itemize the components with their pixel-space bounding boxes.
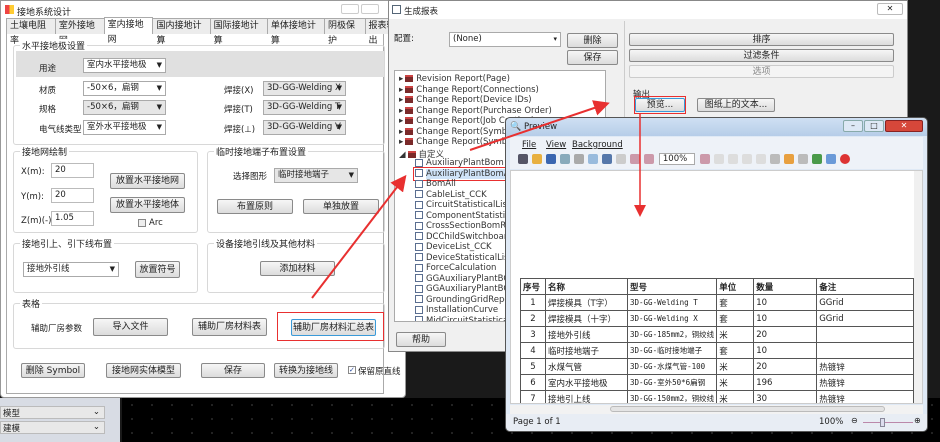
arrow-to-report-item — [311, 174, 407, 299]
arrow-to-preview-button — [469, 100, 610, 151]
annotation-arrows — [311, 100, 646, 299]
